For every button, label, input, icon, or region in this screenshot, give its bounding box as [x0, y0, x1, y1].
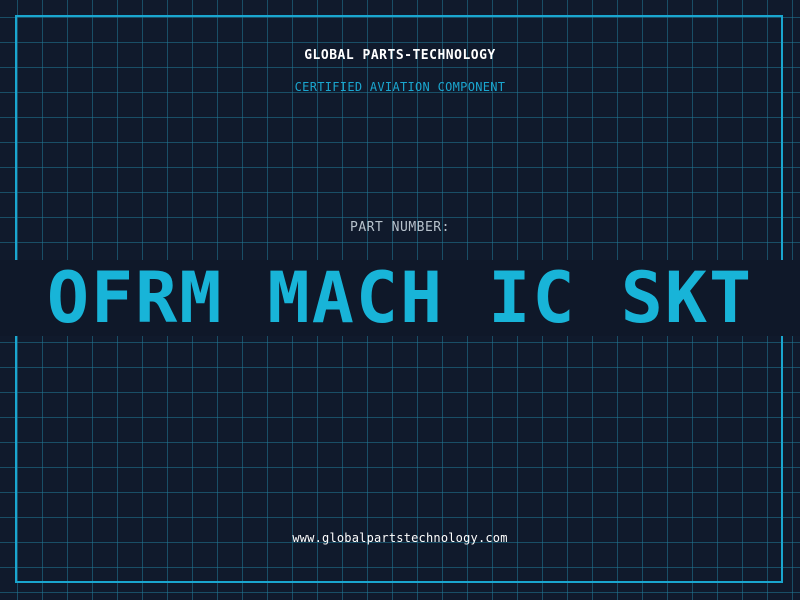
part-number-label: PART NUMBER: — [350, 220, 450, 235]
brand-title: GLOBAL PARTS-TECHNOLOGY — [304, 48, 496, 63]
brand-subtitle: CERTIFIED AVIATION COMPONENT — [294, 80, 506, 94]
website-url: www.globalpartstechnology.com — [292, 531, 508, 545]
part-number-value: OFRM MACH IC SKT — [46, 257, 754, 339]
